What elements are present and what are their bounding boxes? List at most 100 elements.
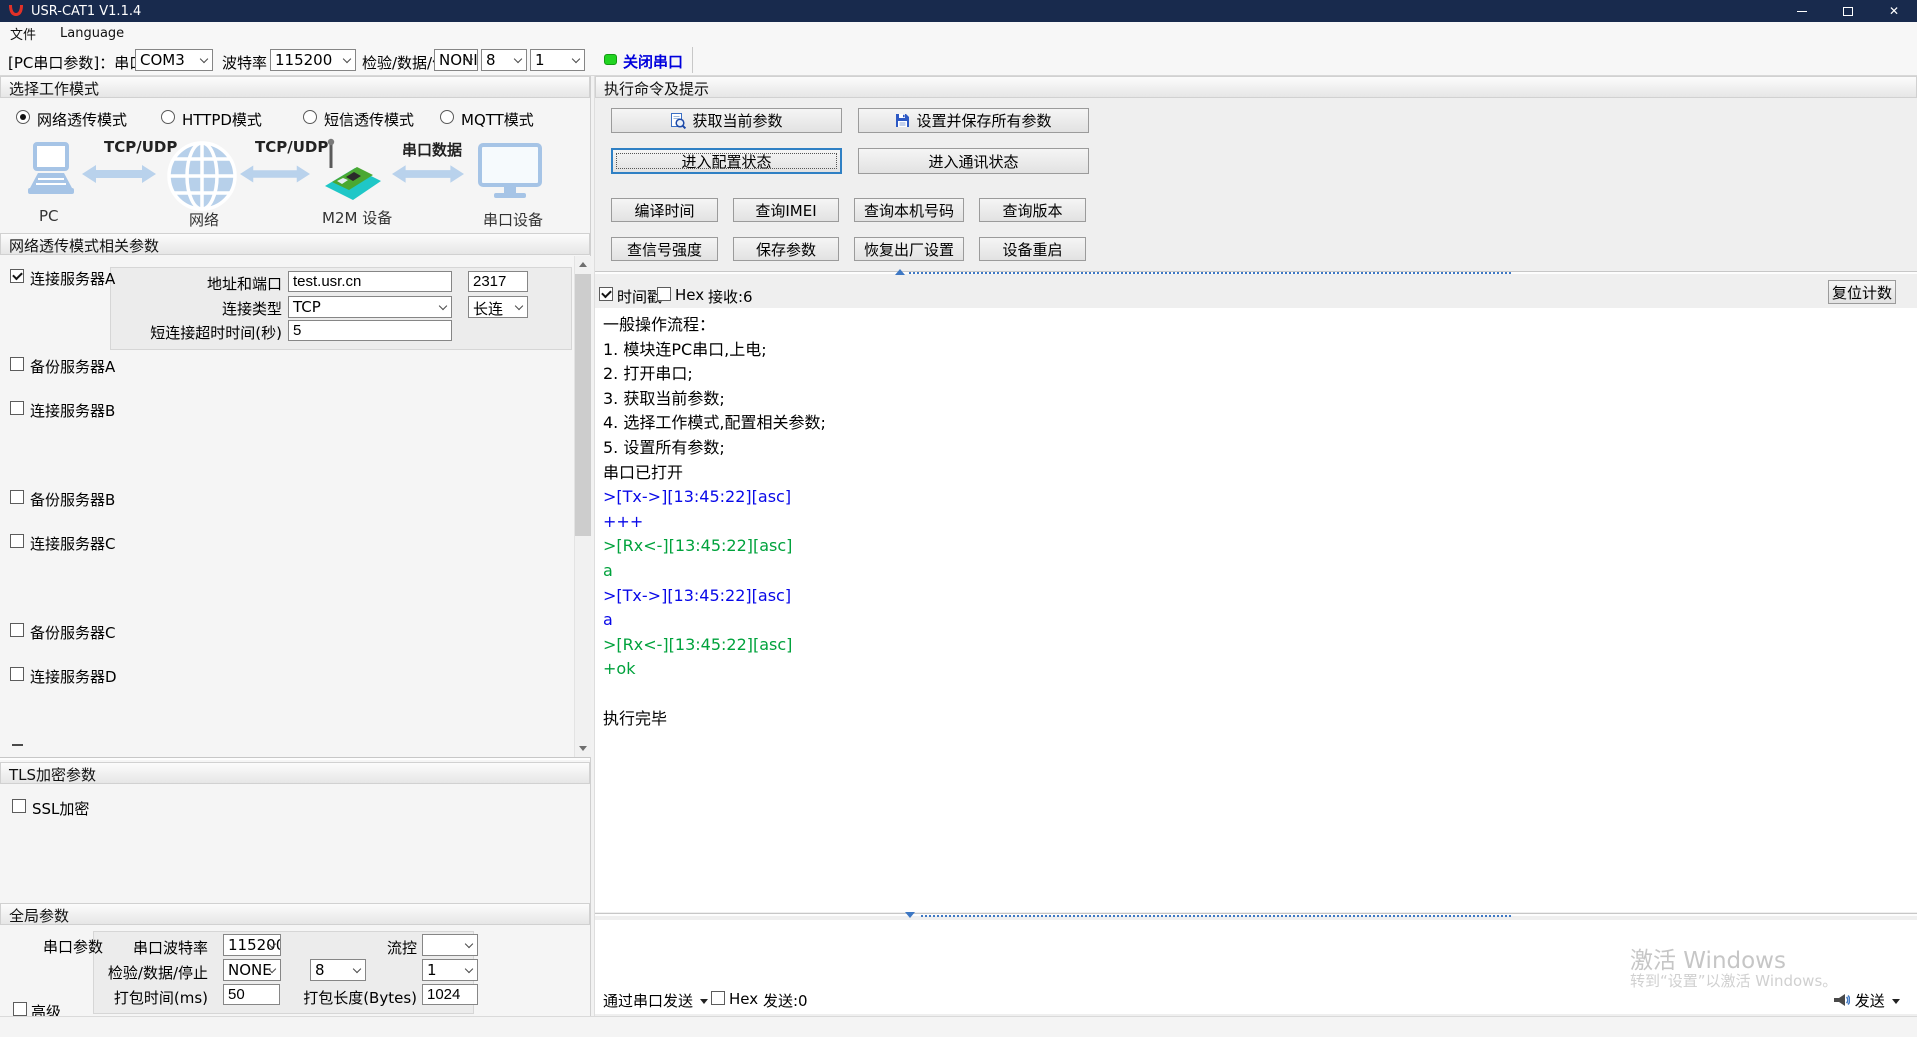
section-divider bbox=[0, 757, 590, 760]
flow-ctrl-label: 流控 bbox=[340, 937, 417, 958]
server-a-label[interactable]: 连接服务器A bbox=[30, 268, 115, 289]
backup-server-a-label[interactable]: 备份服务器A bbox=[30, 356, 115, 377]
enter-config-button[interactable]: 进入配置状态 bbox=[611, 148, 842, 174]
close-button[interactable]: ✕ bbox=[1871, 0, 1917, 22]
log-hex-label[interactable]: Hex bbox=[675, 286, 704, 304]
scroll-down-button[interactable] bbox=[575, 740, 591, 757]
server-a-checkbox[interactable] bbox=[10, 269, 24, 283]
com-port-select[interactable]: COM3 bbox=[135, 49, 213, 71]
log-splitter-handle[interactable] bbox=[909, 272, 1511, 274]
close-serial-button[interactable]: 关闭串口 bbox=[623, 51, 683, 72]
scrollbar-thumb[interactable] bbox=[575, 274, 591, 536]
radio-mqtt[interactable] bbox=[440, 110, 454, 124]
send-via-serial-dropdown[interactable]: 通过串口发送 bbox=[603, 990, 708, 1011]
radio-httpd-label[interactable]: HTTPD模式 bbox=[182, 109, 262, 130]
get-params-label: 获取当前参数 bbox=[692, 110, 782, 131]
conn-type-select[interactable]: TCP bbox=[288, 296, 452, 318]
send-splitter-handle[interactable] bbox=[921, 915, 1511, 917]
enter-comm-button[interactable]: 进入通讯状态 bbox=[858, 148, 1089, 174]
factory-reset-button[interactable]: 恢复出厂设置 bbox=[854, 237, 964, 261]
log-hex-checkbox[interactable] bbox=[657, 287, 671, 301]
server-a-port-input[interactable] bbox=[468, 271, 528, 292]
send-hex-label[interactable]: Hex bbox=[729, 990, 758, 1008]
backup-server-c-label[interactable]: 备份服务器C bbox=[30, 622, 115, 643]
save-params-button[interactable]: 保存参数 bbox=[733, 237, 839, 261]
backup-server-a-checkbox[interactable] bbox=[10, 357, 24, 371]
link-label-3: 串口数据 bbox=[402, 139, 462, 160]
radio-httpd[interactable] bbox=[161, 110, 175, 124]
serial-device-icon bbox=[477, 142, 543, 202]
server-c-checkbox[interactable] bbox=[10, 534, 24, 548]
flow-ctrl-select[interactable] bbox=[422, 934, 478, 956]
log-line: +ok bbox=[603, 657, 1917, 682]
pack-time-label: 打包时间(ms) bbox=[96, 987, 208, 1008]
short-conn-timeout-input[interactable] bbox=[288, 320, 452, 341]
dropdown-arrow-icon bbox=[1892, 999, 1900, 1004]
log-line bbox=[603, 682, 1917, 707]
baud-label: 波特率 bbox=[222, 52, 267, 73]
query-imei-button[interactable]: 查询IMEI bbox=[733, 198, 839, 222]
query-version-button[interactable]: 查询版本 bbox=[979, 198, 1086, 222]
g-baud-select[interactable]: 115200 bbox=[223, 934, 281, 956]
megaphone-icon bbox=[1833, 993, 1850, 1008]
baud-select[interactable]: 115200 bbox=[270, 49, 356, 71]
server-d-checkbox[interactable] bbox=[10, 667, 24, 681]
params-scrollbar[interactable] bbox=[574, 256, 591, 757]
server-c-label[interactable]: 连接服务器C bbox=[30, 533, 115, 554]
server-d-label[interactable]: 连接服务器D bbox=[30, 666, 117, 687]
pack-time-input[interactable] bbox=[223, 984, 280, 1005]
server-a-address-input[interactable] bbox=[288, 271, 452, 292]
g-baud-label: 串口波特率 bbox=[96, 937, 208, 958]
ssl-checkbox[interactable] bbox=[12, 799, 26, 813]
device-restart-button[interactable]: 设备重启 bbox=[979, 237, 1086, 261]
chevron-down-icon bbox=[439, 302, 447, 310]
radio-sms[interactable] bbox=[303, 110, 317, 124]
g-stopbits-select[interactable]: 1 bbox=[422, 959, 478, 981]
timestamp-label[interactable]: 时间戳 bbox=[617, 286, 662, 307]
backup-server-b-label[interactable]: 备份服务器B bbox=[30, 489, 115, 510]
radio-net-transparent-label[interactable]: 网络透传模式 bbox=[37, 109, 127, 130]
query-number-button[interactable]: 查询本机号码 bbox=[854, 198, 964, 222]
maximize-button[interactable] bbox=[1825, 0, 1871, 22]
send-input[interactable] bbox=[595, 920, 1917, 982]
serial-toolbar: [PC串口参数]：串口号 COM3 波特率 115200 检验/数据/停止 NO… bbox=[0, 44, 1917, 76]
set-save-button[interactable]: 设置并保存所有参数 bbox=[858, 108, 1089, 133]
send-button[interactable]: 发送 bbox=[1833, 990, 1900, 1011]
log-output[interactable]: 一般操作流程： 1. 模块连PC串口,上电; 2. 打开串口; 3. 获取当前参… bbox=[595, 308, 1917, 912]
get-params-button[interactable]: 获取当前参数 bbox=[611, 108, 842, 133]
compile-time-button[interactable]: 编译时间 bbox=[611, 198, 718, 222]
query-signal-button[interactable]: 查信号强度 bbox=[611, 237, 718, 261]
advanced-checkbox[interactable] bbox=[13, 1002, 27, 1016]
app-window: USR-CAT1 V1.1.4 ✕ 文件 Language [PC串口参数]：串… bbox=[0, 0, 1917, 1037]
menu-language[interactable]: Language bbox=[52, 26, 132, 41]
conn-mode-select[interactable]: 长连 bbox=[468, 296, 528, 318]
chevron-down-icon bbox=[515, 302, 523, 310]
ssl-label[interactable]: SSL加密 bbox=[32, 798, 89, 819]
net-params-scroll-area: 连接服务器A 地址和端口 连接类型 TCP 长连 短连接超时时间(秒) 备份服务… bbox=[0, 256, 591, 757]
timestamp-checkbox[interactable] bbox=[599, 287, 613, 301]
bottom-strip bbox=[0, 1016, 1917, 1037]
g-databits-select[interactable]: 8 bbox=[310, 959, 366, 981]
server-b-label[interactable]: 连接服务器B bbox=[30, 400, 115, 421]
send-hex-checkbox[interactable] bbox=[711, 991, 725, 1005]
reset-count-button[interactable]: 复位计数 bbox=[1828, 280, 1896, 304]
backup-server-c-checkbox[interactable] bbox=[10, 623, 24, 637]
scroll-up-button[interactable] bbox=[575, 256, 591, 273]
parity-select[interactable]: NONI bbox=[434, 49, 478, 71]
radio-net-transparent[interactable] bbox=[16, 110, 30, 124]
doc-search-icon bbox=[670, 113, 686, 129]
tls-header: TLS加密参数 bbox=[0, 762, 590, 784]
radio-mqtt-label[interactable]: MQTT模式 bbox=[461, 109, 534, 130]
stopbits-select[interactable]: 1 bbox=[530, 49, 585, 71]
menu-file[interactable]: 文件 bbox=[2, 24, 44, 43]
minimize-button[interactable] bbox=[1779, 0, 1825, 22]
close-icon: ✕ bbox=[1889, 4, 1899, 18]
radio-sms-label[interactable]: 短信透传模式 bbox=[324, 109, 414, 130]
databits-select[interactable]: 8 bbox=[481, 49, 527, 71]
pack-len-input[interactable] bbox=[422, 984, 478, 1005]
dropdown-arrow-icon bbox=[700, 999, 708, 1004]
backup-server-b-checkbox[interactable] bbox=[10, 490, 24, 504]
g-parity-select[interactable]: NONE bbox=[223, 959, 281, 981]
server-b-checkbox[interactable] bbox=[10, 401, 24, 415]
menu-bar: 文件 Language bbox=[0, 22, 1917, 44]
